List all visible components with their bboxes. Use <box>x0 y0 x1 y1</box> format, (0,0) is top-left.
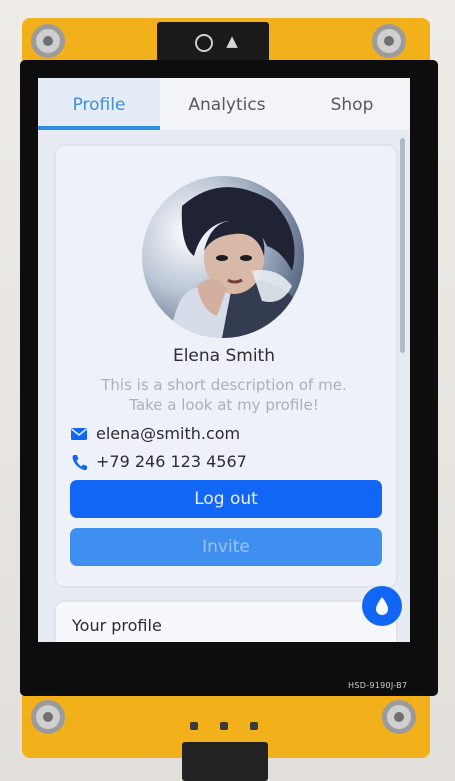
mount-hole-bottom-left <box>31 700 65 734</box>
your-profile-title: Your profile <box>72 616 162 635</box>
bottom-cable <box>182 742 268 781</box>
tab-analytics[interactable]: Analytics <box>162 78 292 130</box>
invite-button[interactable]: Invite <box>70 528 382 566</box>
warning-triangle-icon: ▲ <box>226 32 238 50</box>
avatar <box>142 176 304 338</box>
logout-button[interactable]: Log out <box>70 480 382 518</box>
mount-hole-bottom-right <box>382 700 416 734</box>
tab-indicator <box>38 126 160 130</box>
tab-shop[interactable]: Shop <box>294 78 410 130</box>
pcb-components <box>190 722 260 734</box>
model-label: HSD-9190J-B7 <box>348 681 408 690</box>
phone-icon <box>70 450 90 474</box>
scrollbar[interactable] <box>400 138 405 353</box>
connector-symbol-icon <box>195 34 213 52</box>
screen: Profile Analytics Shop Elena Smith This … <box>38 78 410 642</box>
your-profile-card: Your profile <box>54 600 398 642</box>
mount-hole-top-left <box>31 24 65 58</box>
tab-bar: Profile Analytics Shop <box>38 78 410 130</box>
profile-description-line-2: Take a look at my profile! <box>129 396 319 414</box>
envelope-icon <box>70 422 90 446</box>
tab-profile[interactable]: Profile <box>38 78 160 130</box>
email-text[interactable]: elena@smith.com <box>96 422 240 446</box>
mount-hole-top-right <box>372 24 406 58</box>
profile-name: Elena Smith <box>172 346 276 366</box>
profile-description-line-1: This is a short description of me. <box>101 376 347 394</box>
droplet-fab-button[interactable] <box>362 586 402 626</box>
phone-text[interactable]: +79 246 123 4567 <box>96 450 247 474</box>
